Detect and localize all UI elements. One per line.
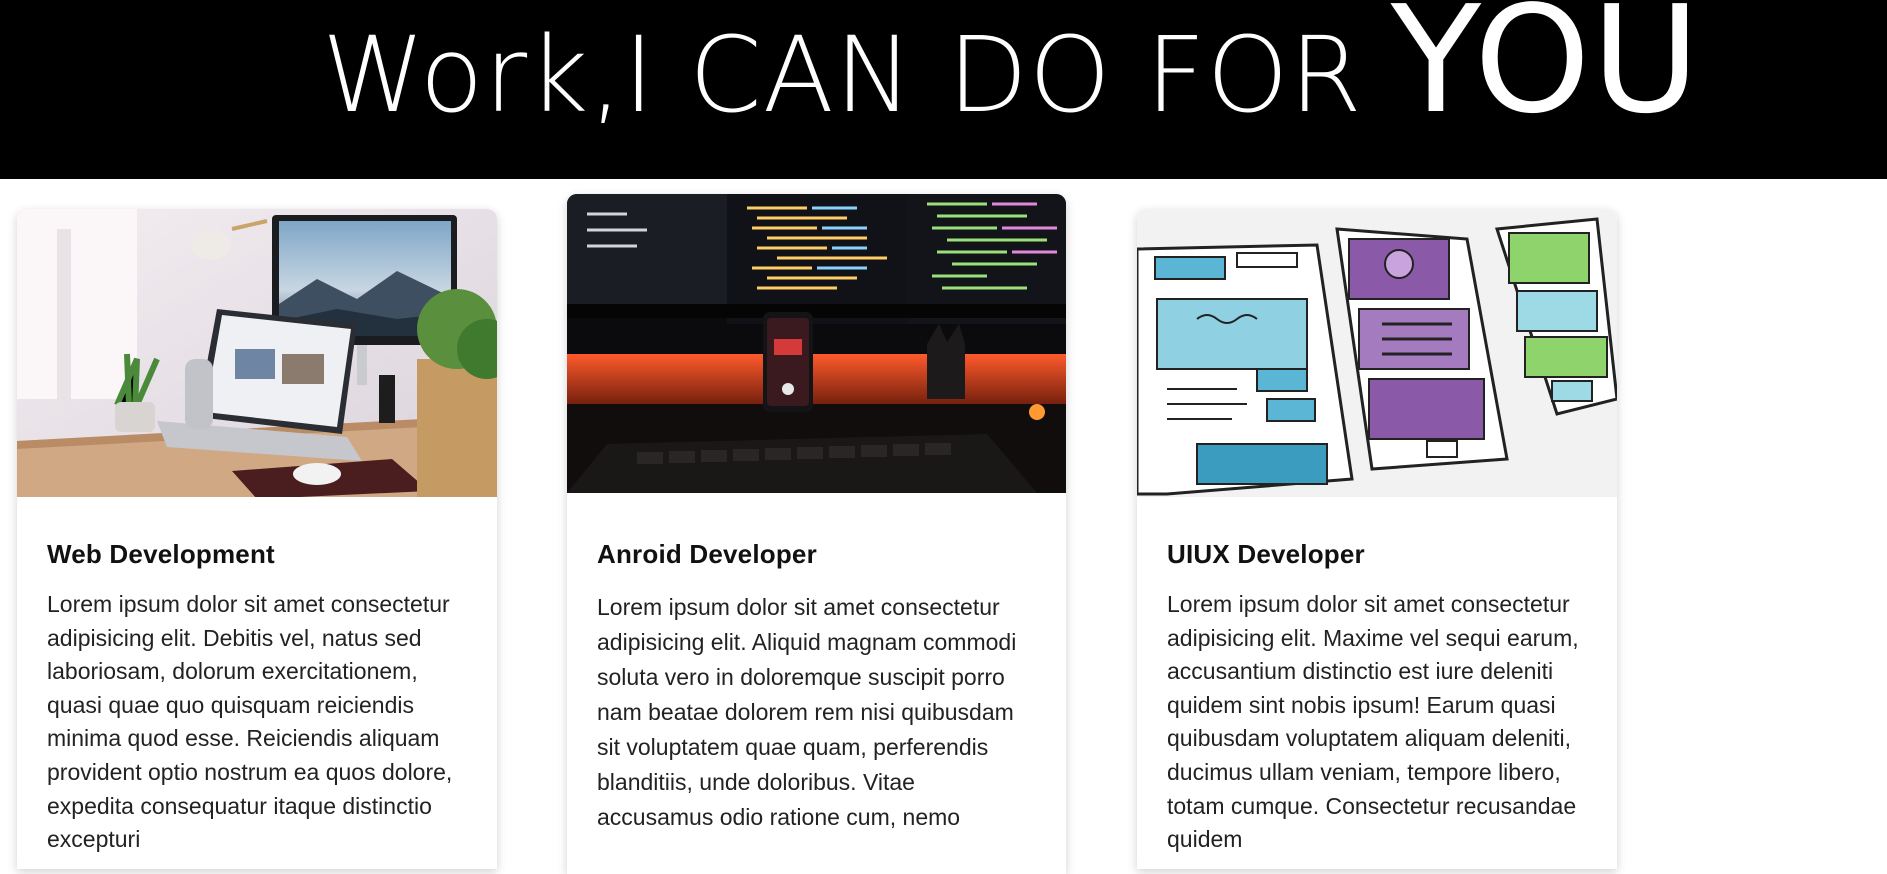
hero-title: Work,I CAN DO FOR YOU: [322, 0, 1701, 134]
service-card-web-development[interactable]: Web Development Lorem ipsum dolor sit am…: [17, 209, 497, 869]
card-description: Lorem ipsum dolor sit amet consectetur a…: [597, 594, 1017, 830]
card-image-code-monitors: [567, 194, 1066, 493]
card-body: UIUX Developer Lorem ipsum dolor sit ame…: [1137, 539, 1617, 857]
service-card-uiux-developer[interactable]: UIUX Developer Lorem ipsum dolor sit ame…: [1137, 209, 1617, 869]
card-title: Anroid Developer: [597, 539, 817, 569]
card-image-desk-workspace: [17, 209, 497, 497]
service-card-android-developer[interactable]: Anroid Developer Lorem ipsum dolor sit a…: [567, 194, 1066, 874]
hero-title-main: Work,I CAN DO FOR: [322, 14, 1363, 136]
card-title: Web Development: [47, 539, 275, 569]
hero-banner: Work,I CAN DO FOR YOU: [0, 0, 1887, 179]
card-body: Anroid Developer Lorem ipsum dolor sit a…: [567, 539, 1066, 835]
card-title: UIUX Developer: [1167, 539, 1365, 569]
card-body: Web Development Lorem ipsum dolor sit am…: [17, 539, 497, 857]
card-image-wireframe-sketch: [1137, 209, 1617, 497]
card-description: Lorem ipsum dolor sit amet consectetur a…: [1167, 591, 1579, 853]
hero-title-emphasis: YOU: [1390, 0, 1701, 146]
card-description: Lorem ipsum dolor sit amet consectetur a…: [47, 591, 453, 853]
